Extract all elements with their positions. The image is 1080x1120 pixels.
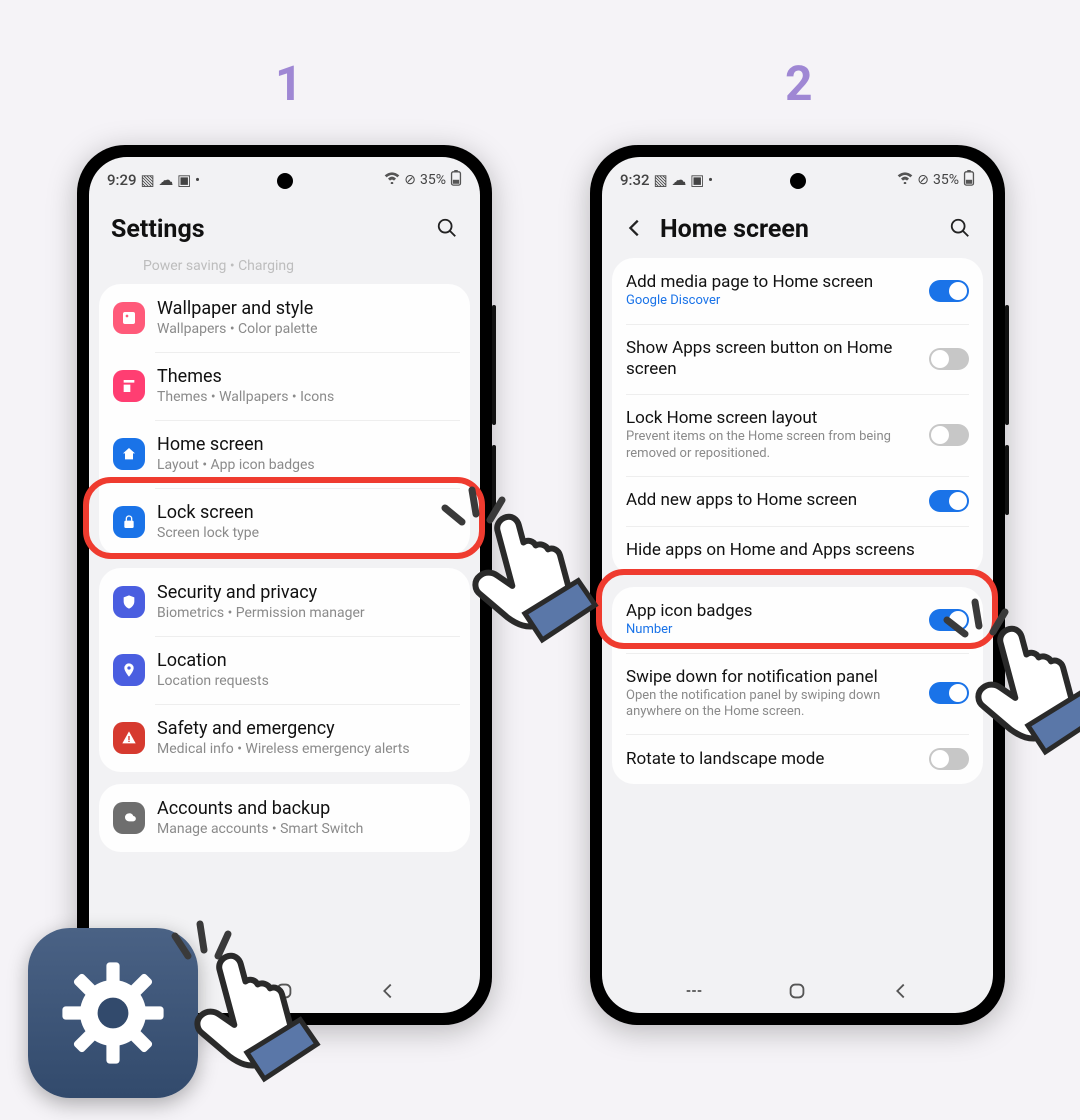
toggle-lock-layout[interactable] bbox=[929, 424, 969, 446]
row-wallpaper[interactable]: Wallpaper and style Wallpapers • Color p… bbox=[99, 284, 470, 352]
toggle-media-page[interactable] bbox=[929, 280, 969, 302]
search-icon[interactable] bbox=[949, 217, 971, 243]
status-time: 9:32 bbox=[620, 171, 650, 189]
phone-frame-2: 9:32 ▧ ☁ ▣ • ⊘ 35% Home screen bbox=[590, 145, 1005, 1025]
cloud-icon bbox=[113, 802, 145, 834]
row-home-screen[interactable]: Home screen Layout • App icon badges bbox=[99, 420, 470, 488]
lock-icon bbox=[113, 506, 145, 538]
row-icon-badges[interactable]: App icon badges Number bbox=[612, 587, 983, 653]
step-label-1: 1 bbox=[275, 55, 303, 112]
row-lock-layout[interactable]: Lock Home screen layout Prevent items on… bbox=[612, 394, 983, 476]
row-rotate[interactable]: Rotate to landscape mode bbox=[612, 734, 983, 784]
page-title: Settings bbox=[111, 215, 436, 244]
wifi-icon bbox=[897, 172, 913, 188]
toggle-icon-badges[interactable] bbox=[929, 609, 969, 631]
pin-icon bbox=[113, 654, 145, 686]
status-icons-left: ▧ ☁ ▣ • bbox=[654, 171, 714, 189]
row-hide-apps[interactable]: Hide apps on Home and Apps screens bbox=[612, 526, 983, 575]
status-time: 9:29 bbox=[107, 171, 137, 189]
nav-back-icon[interactable] bbox=[377, 980, 399, 1006]
nav-back-icon[interactable] bbox=[890, 980, 912, 1006]
search-icon[interactable] bbox=[436, 217, 458, 243]
row-media-page[interactable]: Add media page to Home screen Google Dis… bbox=[612, 258, 983, 324]
gear-icon bbox=[58, 958, 168, 1068]
phone-frame-1: 9:29 ▧ ☁ ▣ • ⊘ 35% Settings Power saving bbox=[77, 145, 492, 1025]
back-icon[interactable] bbox=[624, 217, 646, 243]
row-lock-screen[interactable]: Lock screen Screen lock type bbox=[99, 488, 470, 556]
status-icons-left: ▧ ☁ ▣ • bbox=[141, 171, 201, 189]
no-data-icon: ⊘ bbox=[917, 172, 929, 188]
row-security[interactable]: Security and privacy Biometrics • Permis… bbox=[99, 568, 470, 636]
toggle-add-new-apps[interactable] bbox=[929, 490, 969, 512]
shield-icon bbox=[113, 586, 145, 618]
home-icon bbox=[113, 438, 145, 470]
nav-home-icon[interactable] bbox=[273, 980, 295, 1006]
wallpaper-icon bbox=[113, 302, 145, 334]
step-label-2: 2 bbox=[785, 55, 813, 112]
row-accounts[interactable]: Accounts and backup Manage accounts • Sm… bbox=[99, 784, 470, 852]
battery-icon bbox=[963, 170, 975, 190]
row-apps-button[interactable]: Show Apps screen button on Home screen bbox=[612, 324, 983, 395]
wifi-icon bbox=[384, 172, 400, 188]
toggle-rotate[interactable] bbox=[929, 748, 969, 770]
toggle-swipe-panel[interactable] bbox=[929, 682, 969, 704]
row-location[interactable]: Location Location requests bbox=[99, 636, 470, 704]
nav-home-icon[interactable] bbox=[786, 980, 808, 1006]
battery-pct: 35% bbox=[933, 172, 959, 188]
settings-app-icon[interactable] bbox=[28, 928, 198, 1098]
toggle-apps-button[interactable] bbox=[929, 348, 969, 370]
page-title: Home screen bbox=[660, 215, 949, 244]
row-safety[interactable]: Safety and emergency Medical info • Wire… bbox=[99, 704, 470, 772]
alert-icon bbox=[113, 722, 145, 754]
battery-pct: 35% bbox=[420, 172, 446, 188]
partial-row-top: Power saving • Charging bbox=[99, 258, 470, 284]
row-themes[interactable]: Themes Themes • Wallpapers • Icons bbox=[99, 352, 470, 420]
row-add-new-apps[interactable]: Add new apps to Home screen bbox=[612, 476, 983, 526]
no-data-icon: ⊘ bbox=[404, 172, 416, 188]
nav-recents-icon[interactable] bbox=[683, 980, 705, 1006]
row-swipe-panel[interactable]: Swipe down for notification panel Open t… bbox=[612, 653, 983, 735]
battery-icon bbox=[450, 170, 462, 190]
themes-icon bbox=[113, 370, 145, 402]
